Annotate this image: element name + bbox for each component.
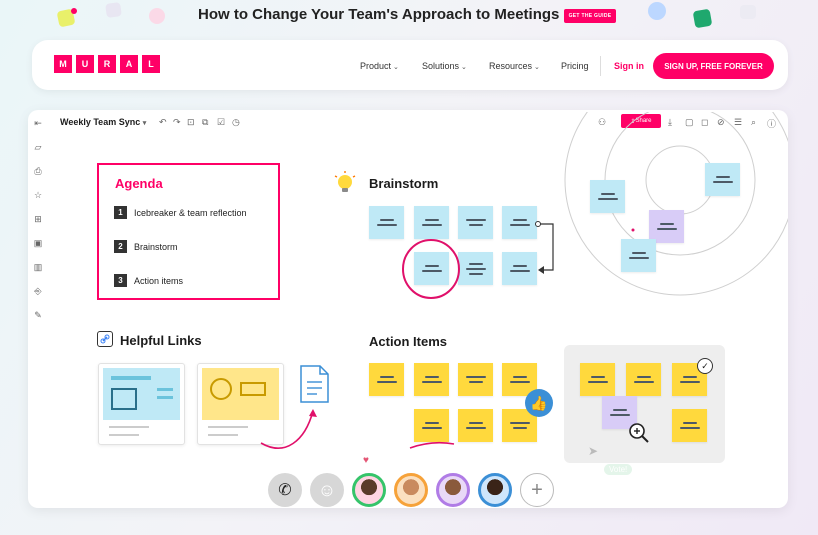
sticky-note[interactable] [458, 409, 493, 442]
avatar[interactable] [352, 473, 386, 507]
sign-up-button[interactable]: SIGN UP, FREE FOREVER [653, 53, 774, 79]
logo-letter: U [76, 55, 94, 73]
image-icon[interactable]: ▣ [32, 238, 44, 249]
agenda-number: 3 [114, 274, 127, 287]
decorative-dot [71, 8, 77, 14]
board-title[interactable]: Weekly Team Sync ▾ [60, 117, 146, 127]
document-icon[interactable] [299, 364, 330, 404]
get-the-guide-button[interactable]: GET THE GUIDE [564, 9, 616, 23]
import-icon[interactable]: ⎆ [32, 286, 44, 297]
grid-icon[interactable]: ⊞ [32, 214, 44, 225]
sitemap-icon[interactable]: ⧉ [202, 117, 208, 128]
nav-divider [600, 56, 601, 76]
undo-icon[interactable]: ↶ [159, 117, 167, 128]
nav-item-solutions[interactable]: Solutions ⌄ [422, 61, 467, 71]
agenda-number: 2 [114, 240, 127, 253]
collapse-icon[interactable]: ⇤ [32, 118, 44, 129]
sticky-note[interactable] [626, 363, 661, 396]
annotation-arrow [260, 409, 317, 449]
brainstorm-annotations [402, 221, 554, 299]
sticky-note[interactable] [580, 363, 615, 396]
nav-item-pricing[interactable]: Pricing [561, 61, 589, 71]
board-title-text: Weekly Team Sync [60, 117, 141, 127]
sticky-note[interactable] [621, 239, 656, 272]
chevron-down-icon: ▾ [142, 120, 147, 127]
decorative-bell-card [105, 2, 122, 18]
nav-item-label: Resources [489, 61, 533, 71]
templates-icon[interactable]: ⎙ [32, 166, 44, 177]
logo-letter: R [98, 55, 116, 73]
link-card-website[interactable] [98, 363, 185, 445]
decorative-green-card [692, 8, 713, 29]
chevron-down-icon: ⌄ [534, 64, 540, 71]
checklist-icon[interactable]: ☑ [217, 117, 225, 128]
action-items-title: Action Items [369, 334, 448, 349]
avatar[interactable] [436, 473, 470, 507]
sticky-note[interactable] [705, 163, 740, 196]
decorative-gear [149, 8, 165, 24]
nav-item-label: Solutions [422, 61, 460, 71]
logo-letter: L [142, 55, 160, 73]
agenda-title: Agenda [115, 176, 163, 191]
agenda-number: 1 [114, 206, 127, 219]
cursor-icon: ➤ [588, 444, 599, 458]
emoji-icon[interactable]: ☺ [310, 473, 344, 507]
star-icon[interactable]: ☆ [32, 190, 44, 201]
chevron-down-icon: ⌄ [461, 64, 467, 71]
heart-icon: ♥ [363, 455, 369, 466]
nav-item-label: Product [360, 61, 392, 71]
agenda-item-label: Icebreaker & team reflection [134, 208, 247, 218]
banner-title[interactable]: How to Change Your Team's Approach to Me… [198, 6, 559, 23]
chevron-down-icon: ⌄ [393, 64, 399, 71]
timer-icon[interactable]: ◷ [232, 117, 240, 128]
helpful-links-title: Helpful Links [120, 333, 202, 348]
sign-in-link[interactable]: Sign in [614, 61, 644, 71]
sticky-note-icon[interactable]: ▱ [32, 142, 44, 153]
logo-letter: M [54, 55, 72, 73]
thumbs-up-icon[interactable]: 👍 [525, 389, 553, 417]
decorative-sticker [648, 2, 666, 20]
add-participant-icon[interactable]: + [520, 473, 554, 507]
vote-label: Vote! [604, 464, 633, 475]
frame-icon[interactable]: ⊡ [187, 117, 195, 128]
sticky-note[interactable] [369, 363, 404, 396]
brainstorm-title: Brainstorm [369, 176, 439, 191]
link-icon [97, 331, 113, 347]
redo-icon[interactable]: ↷ [173, 117, 181, 128]
mural-logo[interactable]: M U R A L [54, 55, 160, 73]
underline-scribble [409, 441, 455, 449]
checkmark-icon[interactable]: ✓ [697, 358, 713, 374]
sticky-note[interactable] [672, 409, 707, 442]
nav-item-resources[interactable]: Resources ⌄ [489, 61, 540, 71]
zoom-in-icon[interactable] [628, 422, 650, 444]
agenda-item-label: Action items [134, 276, 184, 286]
pen-icon[interactable]: ✎ [32, 310, 44, 321]
sticky-note[interactable] [414, 363, 449, 396]
logo-letter: A [120, 55, 138, 73]
library-icon[interactable]: ▥ [32, 262, 44, 273]
phone-icon[interactable]: ✆ [268, 473, 302, 507]
avatar[interactable] [394, 473, 428, 507]
agenda-item-label: Brainstorm [134, 242, 178, 252]
sticky-note[interactable] [458, 363, 493, 396]
decorative-bell-card [740, 5, 756, 19]
nav-item-product[interactable]: Product ⌄ [360, 61, 399, 71]
avatar[interactable] [478, 473, 512, 507]
sticky-note[interactable] [590, 180, 625, 213]
lightbulb-icon [333, 171, 357, 195]
